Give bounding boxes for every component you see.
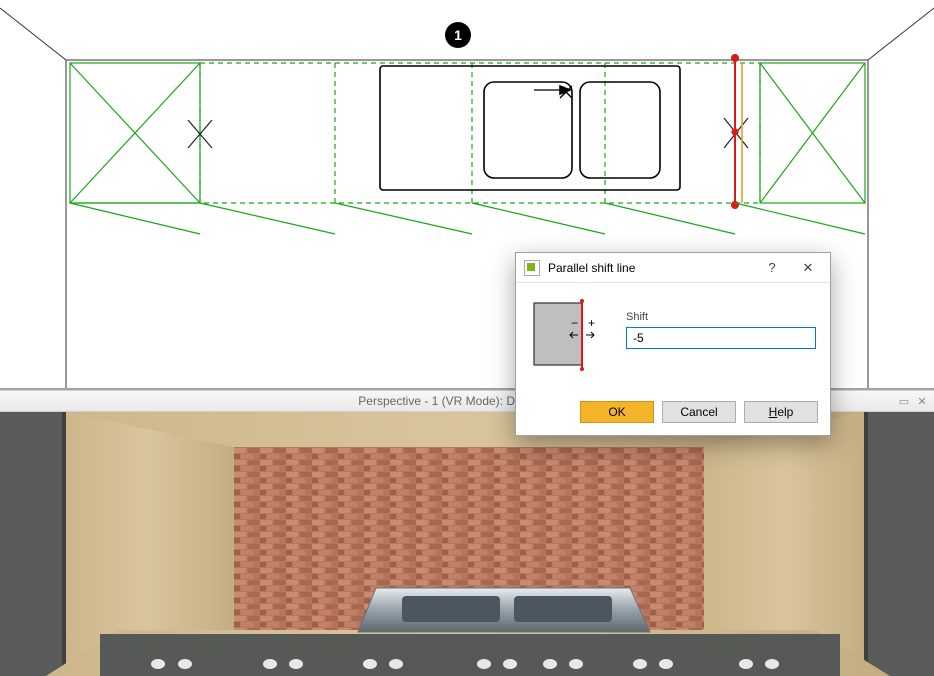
dialog-title: Parallel shift line [548, 261, 754, 275]
svg-text:+: + [588, 316, 595, 330]
help-text-rest: elp [777, 405, 793, 419]
ok-button[interactable]: OK [580, 401, 654, 423]
shift-label: Shift [626, 311, 816, 323]
dialog-titlebar[interactable]: Parallel shift line ? ✕ [516, 253, 830, 283]
help-button[interactable]: Help [744, 401, 818, 423]
perspective-drawing [0, 412, 934, 676]
app-workspace: 1 Perspective - 1 (VR Mode): Day (interi… [0, 0, 934, 676]
shift-input[interactable] [626, 327, 816, 349]
badge-label: 1 [454, 27, 462, 43]
shift-field-group: Shift [626, 299, 816, 349]
dialog-help-icon[interactable]: ? [754, 254, 790, 282]
shift-preview-icon: − + [530, 299, 602, 377]
perspective-view[interactable] [0, 412, 934, 676]
dialog-button-row: OK Cancel Help [516, 393, 830, 435]
dialog-close-icon[interactable]: ✕ [790, 254, 826, 282]
cancel-button[interactable]: Cancel [662, 401, 736, 423]
svg-text:−: − [571, 316, 578, 330]
app-icon [524, 260, 540, 276]
view-minimize-icon[interactable]: ▭ [896, 394, 912, 408]
callout-badge-1: 1 [445, 22, 471, 48]
parallel-shift-dialog: Parallel shift line ? ✕ − + [515, 252, 831, 436]
dialog-body: − + Shift [516, 283, 830, 393]
view-close-icon[interactable]: ✕ [914, 394, 930, 408]
